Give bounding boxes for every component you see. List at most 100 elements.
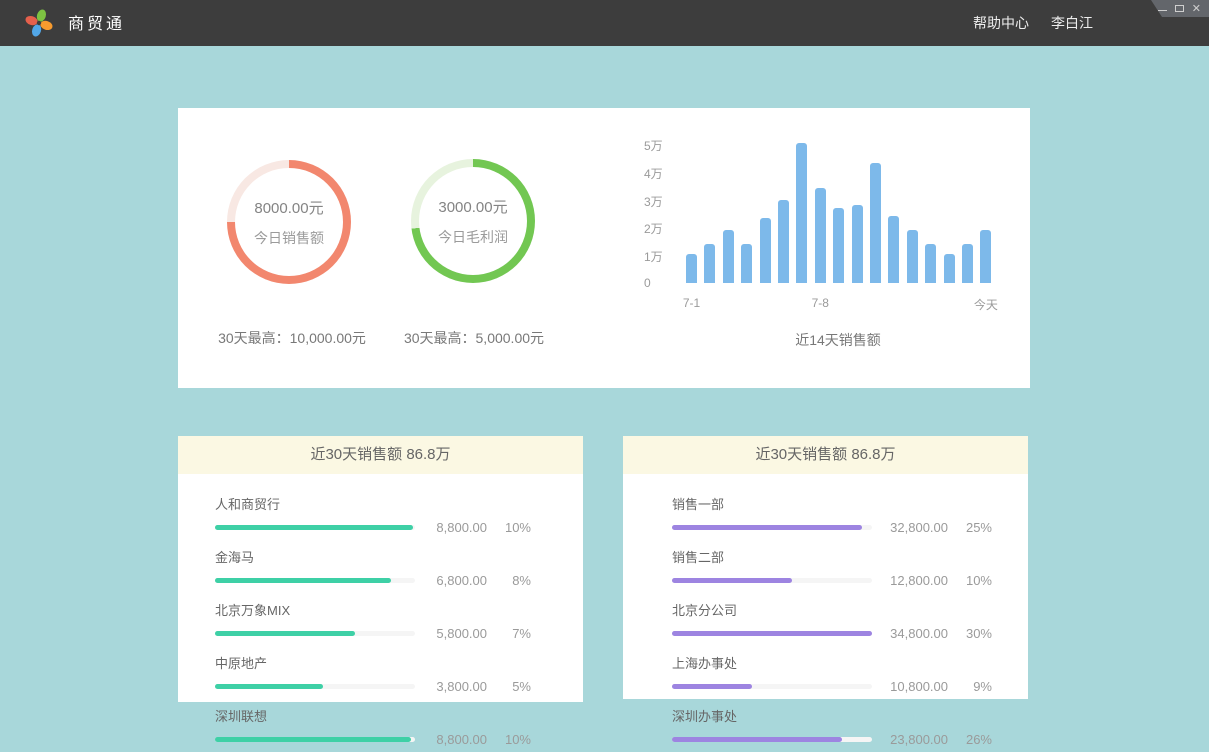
x-axis-tick-label: 今天 <box>956 296 1016 313</box>
list-item: 销售一部 32,800.00 25% <box>623 494 1028 535</box>
y-axis-tick-label: 1万 <box>644 248 680 265</box>
bar <box>925 244 936 283</box>
department-name: 上海办事处 <box>672 653 992 672</box>
sales-14d-bar-chart: 近14天销售额 5万4万3万2万1万07-17-8今天 <box>638 138 1018 353</box>
progress-bar <box>672 737 842 742</box>
sales-amount: 34,800.00 <box>872 626 948 641</box>
bar-plot-area <box>686 144 996 283</box>
bar <box>686 254 697 283</box>
list-item: 上海办事处 10,800.00 9% <box>623 653 1028 694</box>
today-sales-label: 今日销售额 <box>254 228 324 248</box>
progress-track <box>215 737 415 742</box>
sales-amount: 32,800.00 <box>872 520 948 535</box>
progress-track <box>215 631 415 636</box>
progress-track <box>672 631 872 636</box>
customer-name: 中原地产 <box>215 653 531 672</box>
list-item: 销售二部 12,800.00 10% <box>623 547 1028 588</box>
list-item: 中原地产 3,800.00 5% <box>178 653 583 694</box>
bar <box>944 254 955 283</box>
pinwheel-logo-icon <box>24 8 54 38</box>
minimize-icon[interactable] <box>1158 10 1167 11</box>
sales-percent: 8% <box>487 573 531 588</box>
sales-percent: 30% <box>948 626 992 641</box>
list-item: 深圳办事处 23,800.00 26% <box>623 706 1028 747</box>
donut-center-text: 3000.00元 今日毛利润 <box>411 159 535 283</box>
sales-amount: 10,800.00 <box>872 679 948 694</box>
bar <box>962 244 973 283</box>
sales-amount: 5,800.00 <box>415 626 487 641</box>
y-axis-tick-label: 3万 <box>644 193 680 210</box>
app-title: 商贸通 <box>68 0 125 46</box>
bar <box>833 208 844 283</box>
sales-percent: 10% <box>948 573 992 588</box>
department-name: 销售一部 <box>672 494 992 513</box>
bar <box>815 188 826 283</box>
close-icon[interactable]: ✕ <box>1192 3 1201 14</box>
bar <box>796 143 807 283</box>
bar <box>704 244 715 283</box>
y-axis-tick-label: 0 <box>644 276 680 290</box>
y-axis-tick-label: 5万 <box>644 137 680 154</box>
progress-bar <box>672 631 872 636</box>
today-sales-value: 8000.00元 <box>254 197 323 218</box>
sales-percent: 25% <box>948 520 992 535</box>
sales-amount: 8,800.00 <box>415 520 487 535</box>
sales-amount: 8,800.00 <box>415 732 487 747</box>
department-ranking-title: 近30天销售额 86.8万 <box>623 436 1028 474</box>
progress-bar <box>672 578 792 583</box>
customer-ranking-card: 近30天销售额 86.8万 人和商贸行 8,800.00 10% 金海马 6,8… <box>178 436 583 702</box>
progress-bar <box>215 684 323 689</box>
department-name: 北京分公司 <box>672 600 992 619</box>
customer-name: 深圳联想 <box>215 706 531 725</box>
help-center-link[interactable]: 帮助中心 <box>973 13 1029 33</box>
department-name: 深圳办事处 <box>672 706 992 725</box>
titlebar-menu: 帮助中心 李白江 <box>973 0 1093 46</box>
sales-percent: 10% <box>487 732 531 747</box>
today-profit-value: 3000.00元 <box>438 196 507 217</box>
list-item: 北京万象MIX 5,800.00 7% <box>178 600 583 641</box>
bar <box>760 218 771 283</box>
bar <box>723 230 734 283</box>
list-item: 深圳联想 8,800.00 10% <box>178 706 583 747</box>
progress-track <box>672 525 872 530</box>
bar <box>778 200 789 283</box>
sales-amount: 6,800.00 <box>415 573 487 588</box>
sales-percent: 10% <box>487 520 531 535</box>
department-ranking-card: 近30天销售额 86.8万 销售一部 32,800.00 25% 销售二部 12… <box>623 436 1028 699</box>
overview-card: 8000.00元 今日销售额 30天最高：10,000.00元 3000.00元… <box>178 108 1030 388</box>
today-sales-donut-chart: 8000.00元 今日销售额 <box>227 160 351 284</box>
username-menu[interactable]: 李白江 <box>1051 13 1093 33</box>
customer-name: 金海马 <box>215 547 531 566</box>
x-axis-tick-label: 7-8 <box>790 296 850 310</box>
progress-track <box>672 737 872 742</box>
sales-percent: 26% <box>948 732 992 747</box>
y-axis-tick-label: 2万 <box>644 220 680 237</box>
window-controls: ✕ <box>1151 0 1209 17</box>
department-ranking-list: 销售一部 32,800.00 25% 销售二部 12,800.00 10% 北京… <box>623 474 1028 747</box>
bar <box>870 163 881 283</box>
maximize-icon[interactable] <box>1175 5 1184 12</box>
customer-name: 人和商贸行 <box>215 494 531 513</box>
progress-bar <box>672 525 862 530</box>
progress-bar <box>215 578 391 583</box>
x-axis-tick-label: 7-1 <box>662 296 722 310</box>
department-name: 销售二部 <box>672 547 992 566</box>
customer-ranking-list: 人和商贸行 8,800.00 10% 金海马 6,800.00 8% 北京万象M… <box>178 474 583 747</box>
customer-name: 北京万象MIX <box>215 600 531 619</box>
bar <box>907 230 918 283</box>
sales-amount: 12,800.00 <box>872 573 948 588</box>
progress-track <box>215 684 415 689</box>
sales-percent: 7% <box>487 626 531 641</box>
today-profit-donut-chart: 3000.00元 今日毛利润 <box>411 159 535 283</box>
bar <box>741 244 752 283</box>
progress-bar <box>215 737 411 742</box>
bar <box>888 216 899 283</box>
customer-ranking-title: 近30天销售额 86.8万 <box>178 436 583 474</box>
progress-bar <box>215 631 355 636</box>
y-axis-tick-label: 4万 <box>644 165 680 182</box>
progress-track <box>672 684 872 689</box>
progress-track <box>215 525 415 530</box>
progress-bar <box>215 525 413 530</box>
progress-track <box>215 578 415 583</box>
sales-percent: 9% <box>948 679 992 694</box>
